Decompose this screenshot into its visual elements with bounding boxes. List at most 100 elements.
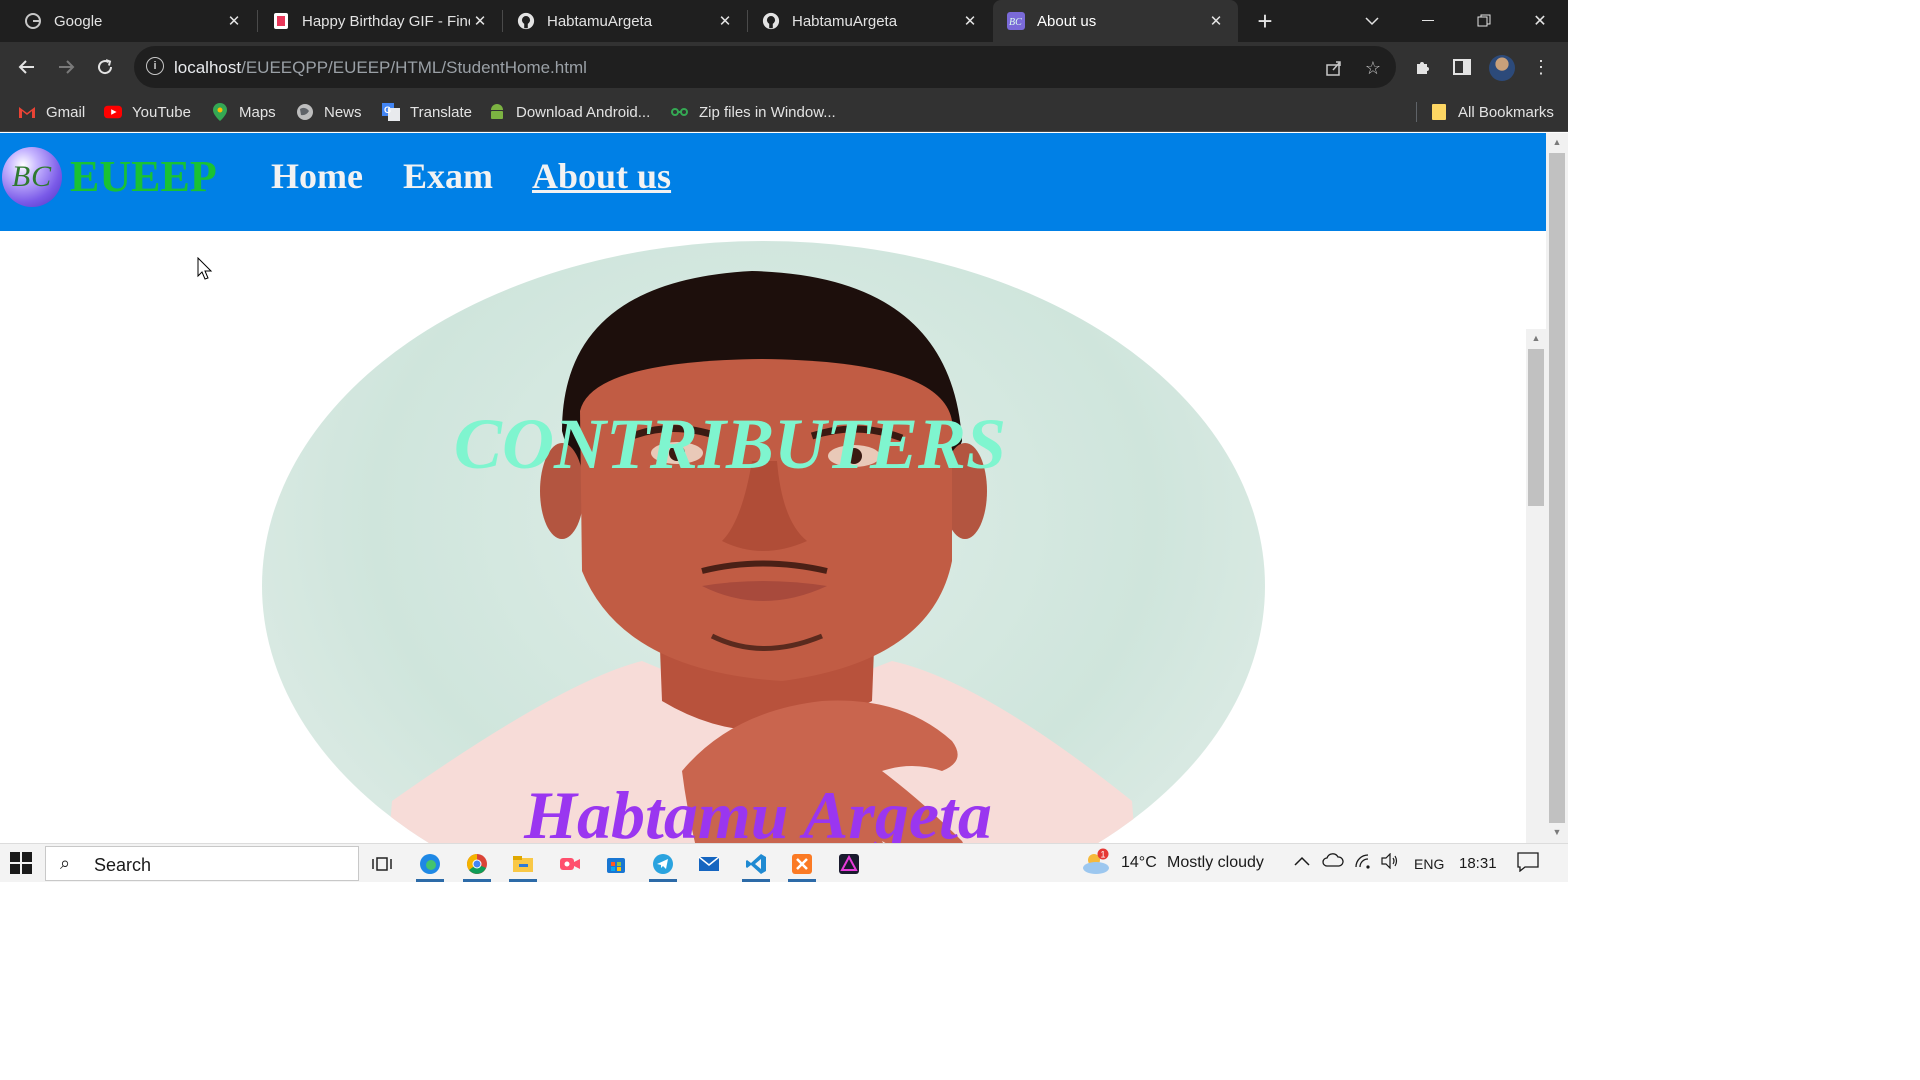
extensions-icon[interactable] xyxy=(1408,52,1438,82)
tab-title: HabtamuArgeta xyxy=(792,12,898,30)
contributor-photo xyxy=(262,241,1265,843)
maps-icon xyxy=(211,103,229,121)
address-bar[interactable]: i localhost/EUEEQPP/EUEEP/HTML/StudentHo… xyxy=(134,46,1396,88)
contributors-heading: CONTRIBUTERS xyxy=(453,404,1007,484)
close-icon[interactable]: ✕ xyxy=(224,12,244,30)
scrollbar-thumb[interactable] xyxy=(1549,153,1565,823)
taskbar-search[interactable]: ⌕ Search xyxy=(45,846,359,881)
forward-button[interactable] xyxy=(51,52,81,82)
onedrive-cloud-icon[interactable] xyxy=(1322,853,1344,872)
tab-title: Happy Birthday GIF - Find xyxy=(302,12,470,30)
all-bookmarks-folder[interactable]: All Bookmarks xyxy=(1430,101,1554,123)
site-navbar: BC EUEEP Home Exam About us xyxy=(0,133,1546,231)
tab-github-2[interactable]: HabtamuArgeta ✕ xyxy=(748,0,992,42)
affinity-app-icon[interactable] xyxy=(831,848,867,880)
chrome-icon[interactable] xyxy=(459,848,495,882)
telegram-icon[interactable] xyxy=(645,848,681,882)
close-window-button[interactable]: ✕ xyxy=(1512,0,1568,42)
browser-toolbar: i localhost/EUEEQPP/EUEEP/HTML/StudentHo… xyxy=(0,42,1568,92)
weather-desc[interactable]: Mostly cloudy xyxy=(1167,854,1264,872)
bookmarks-bar: Gmail YouTube Maps News G Translate Down… xyxy=(0,92,1568,132)
url-text[interactable]: localhost/EUEEQPP/EUEEP/HTML/StudentHome… xyxy=(174,58,587,78)
close-icon[interactable]: ✕ xyxy=(470,12,490,30)
page-scrollbar[interactable]: ▲ ▼ xyxy=(1546,133,1568,843)
bookmark-download-android[interactable]: Download Android... xyxy=(488,101,650,123)
android-icon xyxy=(488,103,506,121)
site-info-icon[interactable]: i xyxy=(146,57,164,75)
windows-start-icon[interactable] xyxy=(10,852,32,874)
scroll-up-arrow-icon[interactable]: ▲ xyxy=(1551,137,1563,147)
site-logo-text[interactable]: EUEEP xyxy=(70,151,217,202)
weather-temp[interactable]: 14°C xyxy=(1121,854,1157,872)
url-path: /EUEEQPP/EUEEP/HTML/StudentHome.html xyxy=(241,58,587,77)
xampp-icon[interactable] xyxy=(784,848,820,882)
folder-icon xyxy=(1430,103,1448,121)
bookmark-gmail[interactable]: Gmail xyxy=(18,101,85,123)
bookmark-youtube[interactable]: YouTube xyxy=(104,101,191,123)
mouse-cursor-icon xyxy=(197,257,213,280)
scroll-up-arrow-icon[interactable]: ▲ xyxy=(1530,333,1542,343)
portrait-illustration xyxy=(388,271,1136,843)
volume-icon[interactable] xyxy=(1380,852,1400,874)
bookmark-label: Maps xyxy=(239,103,276,121)
share-icon[interactable] xyxy=(1323,57,1345,79)
tab-google[interactable]: Google ✕ xyxy=(0,0,256,42)
weather-badge: 1 xyxy=(1101,850,1106,860)
bc-favicon-icon: BC xyxy=(1007,12,1025,30)
all-bookmarks-label: All Bookmarks xyxy=(1458,103,1554,121)
wifi-icon[interactable] xyxy=(1354,853,1374,874)
reload-button[interactable] xyxy=(90,52,120,82)
news-icon xyxy=(296,103,314,121)
tab-about-us[interactable]: BC About us ✕ xyxy=(993,0,1238,42)
bookmarks-separator xyxy=(1416,102,1417,122)
nav-exam-link[interactable]: Exam xyxy=(403,155,493,197)
profile-avatar[interactable] xyxy=(1489,55,1515,81)
vscode-icon[interactable] xyxy=(738,848,774,882)
bookmark-star-icon[interactable]: ☆ xyxy=(1362,57,1384,79)
close-icon[interactable]: ✕ xyxy=(1206,12,1226,30)
menu-kebab-icon[interactable]: ⋮ xyxy=(1526,52,1556,82)
bookmark-translate[interactable]: G Translate xyxy=(382,101,472,123)
tab-happy-birthday[interactable]: Happy Birthday GIF - Find ✕ xyxy=(258,0,502,42)
tab-search-chevron-icon[interactable] xyxy=(1344,0,1400,42)
clock-time[interactable]: 18:31 xyxy=(1459,855,1497,872)
tab-strip: Google ✕ Happy Birthday GIF - Find ✕ Hab… xyxy=(0,0,1568,42)
close-icon[interactable]: ✕ xyxy=(715,12,735,30)
language-indicator[interactable]: ENG xyxy=(1414,856,1444,872)
side-panel-icon[interactable] xyxy=(1447,52,1477,82)
restore-button[interactable] xyxy=(1456,0,1512,42)
task-view-icon[interactable] xyxy=(364,848,400,880)
github-icon xyxy=(517,12,535,30)
bookmark-news[interactable]: News xyxy=(296,101,362,123)
zip-icon xyxy=(671,103,689,121)
screen-recorder-icon[interactable] xyxy=(552,848,588,880)
weather-cloudy-icon[interactable]: 1 xyxy=(1080,848,1112,881)
scroll-down-arrow-icon[interactable]: ▼ xyxy=(1551,827,1563,837)
windows-taskbar: ⌕ Search 1 14°C Mostly cloudy ENG 18:31 xyxy=(0,843,1568,882)
minimize-button[interactable] xyxy=(1400,0,1456,42)
nav-about-us-link[interactable]: About us xyxy=(532,155,671,197)
new-tab-button[interactable]: + xyxy=(1250,6,1280,36)
back-button[interactable] xyxy=(12,52,42,82)
bookmark-label: Translate xyxy=(410,103,472,121)
scrollbar-thumb[interactable] xyxy=(1528,349,1544,506)
close-icon[interactable]: ✕ xyxy=(960,12,980,30)
contributor-name: Habtamu Argeta xyxy=(524,777,992,843)
file-explorer-icon[interactable] xyxy=(505,848,541,882)
tenor-icon xyxy=(272,12,290,30)
edge-icon[interactable] xyxy=(412,848,448,882)
chevron-up-icon[interactable] xyxy=(1294,853,1310,871)
tab-title: Google xyxy=(54,12,103,30)
gmail-icon xyxy=(18,103,36,121)
bookmark-zip-files[interactable]: Zip files in Window... xyxy=(671,101,836,123)
notifications-icon[interactable] xyxy=(1517,852,1539,877)
site-logo[interactable]: BC xyxy=(2,147,62,207)
logo-initials: BC xyxy=(11,160,53,193)
bookmark-maps[interactable]: Maps xyxy=(211,101,276,123)
tab-github-1[interactable]: HabtamuArgeta ✕ xyxy=(503,0,747,42)
mail-icon[interactable] xyxy=(691,848,727,880)
inner-scrollbar[interactable]: ▲ ▼ xyxy=(1526,329,1546,843)
nav-home-link[interactable]: Home xyxy=(271,155,363,197)
bookmark-label: YouTube xyxy=(132,103,191,121)
microsoft-store-icon[interactable] xyxy=(598,848,634,880)
